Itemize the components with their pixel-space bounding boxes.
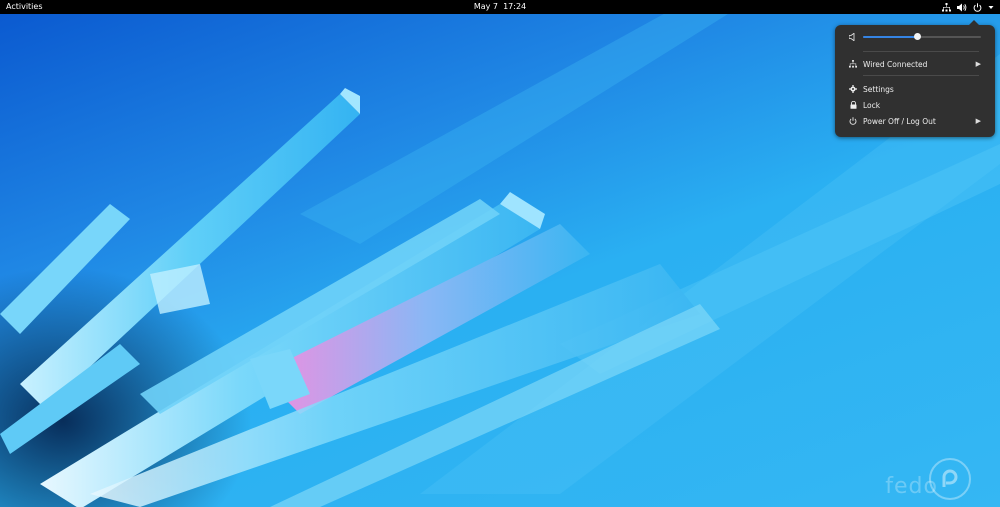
power-icon	[973, 2, 982, 12]
clock-time: 17:24	[503, 2, 527, 11]
network-icon	[942, 2, 951, 11]
system-menu: Wired Connected ▶ Settings Lock Power Of…	[835, 20, 995, 137]
menu-caret	[969, 20, 979, 25]
menu-separator	[863, 51, 979, 52]
volume-row	[835, 30, 995, 44]
lock-icon	[848, 100, 858, 110]
activities-button[interactable]: Activities	[6, 0, 43, 14]
clock: May 7 17:24	[0, 0, 1000, 14]
power-label: Power Off / Log Out	[863, 116, 936, 126]
clock-button[interactable]: May 7 17:24	[474, 2, 526, 11]
chevron-right-icon: ▶	[975, 117, 981, 125]
watermark-text: fedo	[885, 474, 938, 499]
system-tray[interactable]	[942, 0, 994, 14]
volume-slider-knob[interactable]	[914, 33, 922, 40]
network-icon	[848, 59, 858, 69]
top-bar: Activities May 7 17:24	[0, 0, 1000, 14]
power-menu-item[interactable]: Power Off / Log Out ▶	[835, 114, 995, 128]
volume-low-icon	[848, 32, 858, 42]
chevron-down-icon	[988, 5, 994, 9]
menu-separator	[863, 75, 979, 76]
volume-icon	[957, 3, 967, 11]
settings-menu-item[interactable]: Settings	[835, 82, 995, 96]
clock-date: May 7	[473, 2, 498, 11]
network-label: Wired Connected	[863, 59, 928, 69]
lock-label: Lock	[863, 100, 881, 110]
chevron-right-icon: ▶	[975, 60, 981, 68]
power-icon	[848, 116, 858, 126]
settings-label: Settings	[863, 84, 894, 94]
network-menu-item[interactable]: Wired Connected ▶	[835, 57, 995, 71]
gear-icon	[848, 84, 858, 94]
lock-menu-item[interactable]: Lock	[835, 98, 995, 112]
volume-slider[interactable]	[863, 33, 981, 40]
volume-slider-fill	[863, 36, 918, 38]
